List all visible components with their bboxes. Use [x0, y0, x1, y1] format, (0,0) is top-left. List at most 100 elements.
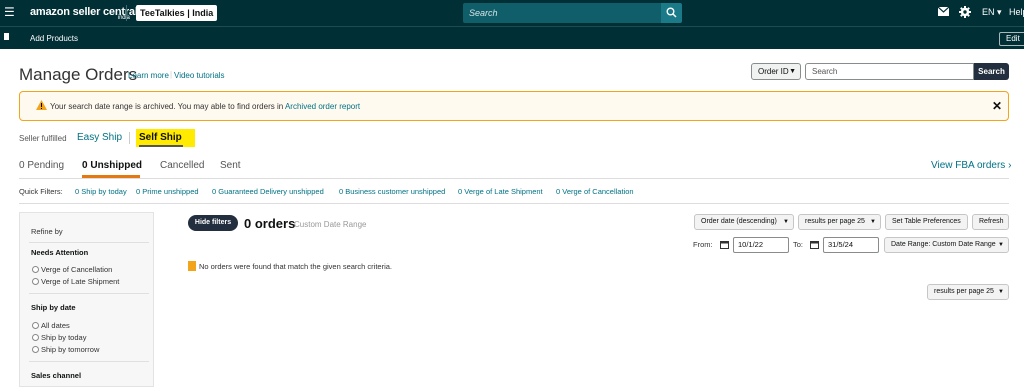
- quick-filter-verge-late-shipment[interactable]: 0 Verge of Late Shipment: [458, 187, 543, 196]
- amazon-seller-central-logo[interactable]: amazon seller central india: [30, 6, 138, 21]
- divider: [29, 242, 149, 243]
- close-icon[interactable]: ✕: [992, 99, 1002, 113]
- chevron-down-icon: ▼: [998, 289, 1004, 295]
- divider: [19, 178, 1009, 179]
- refine-sidebar: Refine by Needs Attention Verge of Cance…: [19, 212, 154, 387]
- quick-filter-guaranteed-delivery[interactable]: 0 Guaranteed Delivery unshipped: [212, 187, 324, 196]
- divider: [19, 203, 1009, 204]
- learn-more-link[interactable]: Learn more: [128, 71, 169, 80]
- date-range-select[interactable]: Date Range: Custom Date Range ▼: [884, 237, 1009, 253]
- filter-ship-by-today[interactable]: Ship by today: [32, 333, 86, 342]
- chevron-down-icon: ▼: [789, 68, 796, 75]
- order-search-button[interactable]: Search: [974, 63, 1009, 80]
- needs-attention-heading: Needs Attention: [31, 248, 89, 257]
- quick-filter-ship-by-today[interactable]: 0 Ship by today: [75, 187, 127, 196]
- tab-pending[interactable]: 0 Pending: [19, 160, 64, 171]
- alert-text: Your search date range is archived. You …: [50, 102, 284, 111]
- help-link[interactable]: Help: [1009, 7, 1024, 17]
- refine-by-heading: Refine by: [31, 227, 63, 236]
- calendar-icon[interactable]: [810, 240, 819, 249]
- sort-value: Order date (descending): [701, 218, 777, 225]
- bookmark-bar: Add Products Edit: [0, 26, 1024, 49]
- results-per-page-select[interactable]: results per page 25 ▼: [798, 214, 881, 230]
- from-date-input[interactable]: 10/1/22: [733, 237, 789, 253]
- top-navbar: ☰ amazon seller central india TeeTalkies…: [0, 0, 1024, 26]
- radio-button[interactable]: [32, 346, 39, 353]
- chevron-down-icon: ▼: [998, 242, 1004, 248]
- tab-label: Unshipped: [90, 160, 143, 171]
- option-label: Ship by tomorrow: [41, 345, 100, 354]
- divider: [29, 361, 149, 362]
- filter-ship-by-tomorrow[interactable]: Ship by tomorrow: [32, 345, 99, 354]
- active-underline: [139, 145, 183, 147]
- global-search-input[interactable]: Search: [463, 3, 661, 23]
- radio-button[interactable]: [32, 322, 39, 329]
- easy-ship-tab[interactable]: Easy Ship: [77, 132, 122, 143]
- results-per-page-select-bottom[interactable]: results per page 25 ▼: [927, 284, 1009, 300]
- link-separator: |: [170, 70, 173, 79]
- ship-by-date-heading: Ship by date: [31, 303, 76, 312]
- option-label: All dates: [41, 321, 70, 330]
- mail-icon[interactable]: [938, 7, 949, 16]
- per-page-value: results per page 25: [934, 288, 994, 295]
- set-table-preferences-button[interactable]: Set Table Preferences: [885, 214, 968, 230]
- search-icon: [666, 7, 677, 18]
- from-label: From:: [693, 240, 713, 249]
- date-range-value: Date Range: Custom Date Range: [891, 241, 996, 248]
- add-products-link[interactable]: Add Products: [30, 34, 78, 43]
- per-page-value: results per page 25: [805, 218, 865, 225]
- quick-filter-verge-cancellation[interactable]: 0 Verge of Cancellation: [556, 187, 634, 196]
- archived-order-report-link[interactable]: Archived order report: [285, 102, 360, 111]
- seller-fulfilled-label: Seller fulfilled: [19, 134, 67, 143]
- option-label: Verge of Cancellation: [41, 265, 113, 274]
- info-marker: [188, 261, 196, 271]
- filter-verge-of-late-shipment[interactable]: Verge of Late Shipment: [32, 277, 119, 286]
- tab-sent[interactable]: Sent: [220, 160, 241, 171]
- tab-label: Pending: [27, 160, 65, 171]
- hide-filters-button[interactable]: Hide filters: [188, 215, 238, 231]
- radio-button[interactable]: [32, 266, 39, 273]
- edit-button[interactable]: Edit: [999, 32, 1024, 46]
- divider: [126, 5, 127, 21]
- option-label: Verge of Late Shipment: [41, 277, 120, 286]
- divider: [129, 132, 130, 144]
- view-fba-orders-link[interactable]: View FBA orders ›: [931, 160, 1011, 171]
- store-switcher[interactable]: TeeTalkies | India: [136, 5, 218, 21]
- tab-count: 0: [19, 160, 25, 171]
- empty-results-message: No orders were found that match the give…: [199, 262, 393, 271]
- radio-button[interactable]: [32, 334, 39, 341]
- tab-unshipped[interactable]: 0 Unshipped: [82, 160, 142, 171]
- quick-filter-prime-unshipped[interactable]: 0 Prime unshipped: [136, 187, 199, 196]
- date-range-label: Custom Date Range: [294, 220, 367, 229]
- language-selector[interactable]: EN ▾: [982, 7, 1002, 18]
- quick-filter-business-customer[interactable]: 0 Business customer unshipped: [339, 187, 445, 196]
- gear-icon[interactable]: [959, 6, 971, 18]
- sales-channel-heading: Sales channel: [31, 371, 82, 380]
- divider: [29, 293, 149, 294]
- filter-all-dates[interactable]: All dates: [32, 321, 70, 330]
- tab-cancelled[interactable]: Cancelled: [160, 160, 204, 171]
- quick-filters-label: Quick Filters:: [19, 187, 63, 196]
- radio-button[interactable]: [32, 278, 39, 285]
- hamburger-icon[interactable]: ☰: [4, 6, 15, 18]
- orders-count: 0 orders: [244, 216, 296, 231]
- to-label: To:: [793, 240, 804, 249]
- to-date-input[interactable]: 31/5/24: [823, 237, 879, 253]
- alert-message: Your search date range is archived. You …: [50, 102, 360, 111]
- search-type-select[interactable]: Order ID ▼: [751, 63, 801, 80]
- sort-select[interactable]: Order date (descending) ▼: [694, 214, 794, 230]
- page-title: Manage Orders: [19, 65, 138, 84]
- warning-icon: [36, 100, 47, 110]
- order-search-input[interactable]: Search: [805, 63, 974, 80]
- option-label: Ship by today: [41, 333, 87, 342]
- logo-region: india: [118, 15, 130, 21]
- global-search-button[interactable]: [661, 3, 682, 23]
- filter-verge-of-cancellation[interactable]: Verge of Cancellation: [32, 265, 112, 274]
- refresh-button[interactable]: Refresh: [972, 214, 1009, 230]
- chevron-down-icon: ▼: [783, 219, 789, 225]
- search-type-value: Order ID: [758, 67, 789, 76]
- tab-count: 0: [82, 160, 88, 171]
- video-tutorials-link[interactable]: Video tutorials: [174, 71, 225, 80]
- calendar-icon[interactable]: [720, 240, 729, 249]
- bookmark-icon[interactable]: [4, 33, 9, 40]
